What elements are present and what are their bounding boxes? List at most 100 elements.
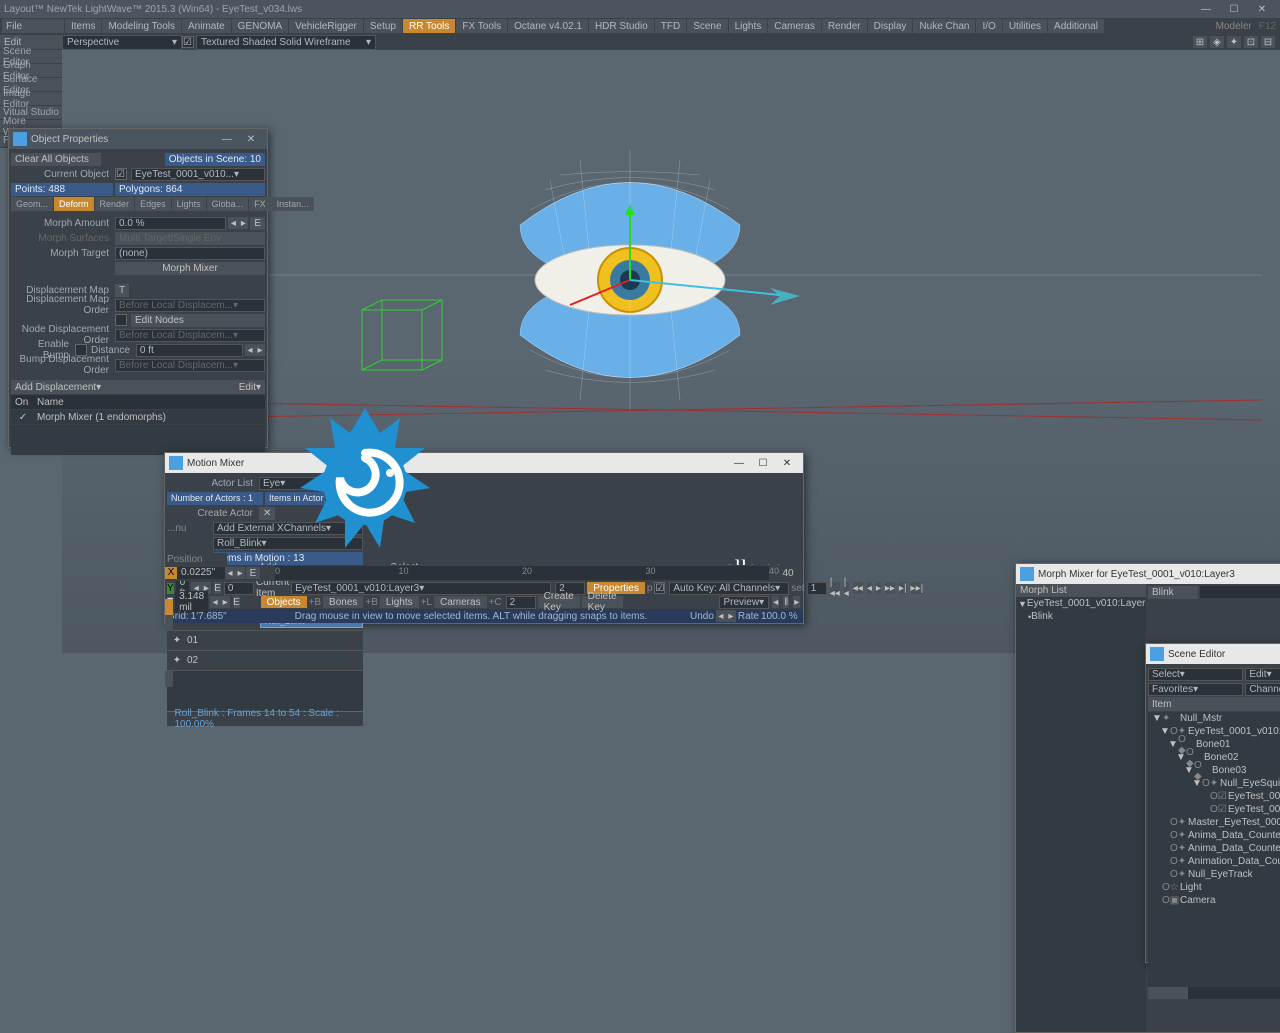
tree-item[interactable]: O✦Animation_Data_Counter☑ <box>1148 855 1280 868</box>
disp-item-name[interactable]: Morph Mixer (1 endomorphs) <box>37 412 166 423</box>
morph-dec[interactable]: ◂ <box>228 217 238 229</box>
tree-item[interactable]: O✦Master_EyeTest_0001_v010:Layer1☑ <box>1148 816 1280 829</box>
viewport-icon-1[interactable]: ⊞ <box>1193 36 1207 48</box>
tab-cameras[interactable]: Cameras <box>768 19 821 33</box>
tab-additional[interactable]: Additional <box>1048 19 1104 33</box>
current-object-select[interactable]: EyeTest_0001_v010... ▾ <box>131 168 265 181</box>
side-image-editor[interactable]: Image Editor <box>0 92 62 106</box>
tab-nukechan[interactable]: Nuke Chan <box>913 19 975 33</box>
tree-item[interactable]: O▣Camera☑ <box>1148 894 1280 907</box>
tree-item[interactable]: O✦Null_EyeTrack☑ <box>1148 868 1280 881</box>
edit-nodes-check[interactable] <box>115 314 127 326</box>
morph-amount-input[interactable]: 0.0 % <box>115 217 226 230</box>
viewport-icon-3[interactable]: ✦ <box>1227 36 1241 48</box>
tab-hdrstudio[interactable]: HDR Studio <box>589 19 654 33</box>
mm-minimize[interactable]: — <box>727 454 751 472</box>
sidetab-3[interactable] <box>165 671 173 687</box>
clear-all-objects[interactable]: Clear All Objects <box>11 153 101 166</box>
morph-tree-root[interactable]: ▼ EyeTest_0001_v010:Layer3 <box>1016 597 1146 610</box>
objtab-lights[interactable]: Lights <box>172 197 206 211</box>
sidetab-2[interactable] <box>165 615 173 631</box>
play-next-frame[interactable]: ▸| <box>899 582 907 594</box>
tab-lights[interactable]: Lights <box>729 19 768 33</box>
se-select[interactable]: Select ▾ <box>1148 668 1243 681</box>
morph-mixer-btn[interactable]: Morph Mixer <box>115 262 265 275</box>
frame-end[interactable]: 2 <box>506 596 536 609</box>
cameras-btn[interactable]: Cameras <box>434 596 487 608</box>
morphmix-titlebar[interactable]: Morph Mixer for EyeTest_0001_v010:Layer3… <box>1016 564 1280 584</box>
objprop-close[interactable]: ✕ <box>239 130 263 148</box>
step-input[interactable]: 1 <box>807 582 827 595</box>
current-object-checkbox[interactable]: ☑ <box>115 168 127 180</box>
tab-vehiclerigger[interactable]: VehicleRigger <box>289 19 363 33</box>
tab-modeling[interactable]: Modeling Tools <box>102 19 181 33</box>
mm-track-2[interactable]: ✦ 02 <box>167 651 363 671</box>
objtab-instan[interactable]: Instan... <box>272 197 314 211</box>
play-next-key[interactable]: ▸▸ <box>885 582 895 594</box>
z-envelope[interactable]: E <box>233 596 240 608</box>
tab-animate[interactable]: Animate <box>182 19 231 33</box>
tab-items[interactable]: Items <box>65 19 101 33</box>
autokey-check[interactable]: ☑ <box>654 582 665 594</box>
tab-io[interactable]: I/O <box>976 19 1001 33</box>
dist-dec[interactable]: ◂ <box>245 344 255 356</box>
timeline[interactable]: X 0.0225" ◂▸ E 010203040 40 <box>165 565 803 581</box>
objtab-deform[interactable]: Deform <box>54 197 94 211</box>
mm-close[interactable]: ✕ <box>775 454 799 472</box>
se-hscroll-thumb[interactable] <box>1148 987 1188 999</box>
tree-item[interactable]: ▼✦Null_Mstr☑ <box>1148 712 1280 725</box>
tree-item[interactable]: O☆Light☑ <box>1148 881 1280 894</box>
window-minimize[interactable]: — <box>1192 1 1220 17</box>
viewport-icon-4[interactable]: ⊡ <box>1244 36 1258 48</box>
disp-map-order-select[interactable]: Before Local Displacem... ▾ <box>115 299 265 312</box>
x-value[interactable]: 0.0225" <box>177 567 225 579</box>
morph-inc[interactable]: ▸ <box>238 217 248 229</box>
window-maximize[interactable]: ☐ <box>1220 1 1248 17</box>
objtab-global[interactable]: Globa... <box>207 197 249 211</box>
autokey-select[interactable]: Auto Key: All Channels ▾ <box>669 582 789 595</box>
play-prev-key[interactable]: ◂◂ <box>853 582 863 594</box>
disp-map-texture[interactable]: T <box>115 284 129 297</box>
tree-item[interactable]: O✦Anima_Data_Counter_SailControl@0☑ <box>1148 842 1280 855</box>
window-close[interactable]: ✕ <box>1248 1 1276 17</box>
tree-item[interactable]: ▼O✦EyeTest_0001_v010:Layer1☑ <box>1148 725 1280 738</box>
mm-track-1[interactable]: ✦ 01 <box>167 631 363 651</box>
tree-item[interactable]: O☑EyeTest_0001_v010:Layer3☑ <box>1148 803 1280 816</box>
add-displacement-dropdown[interactable]: Add Displacement ▾ <box>11 381 233 394</box>
objtab-edges[interactable]: Edges <box>135 197 171 211</box>
play-next-end[interactable]: ▸▸| <box>911 582 924 594</box>
objtab-render[interactable]: Render <box>95 197 135 211</box>
lights-btn[interactable]: Lights <box>380 596 419 608</box>
disp-edit-dropdown[interactable]: Edit ▾ <box>235 381 265 394</box>
blink-slider[interactable] <box>1200 586 1280 598</box>
play-fwd[interactable]: ▸ <box>876 582 881 594</box>
preview-select[interactable]: Preview ▾ <box>719 596 769 609</box>
tab-tfd[interactable]: TFD <box>655 19 686 33</box>
se-favorites[interactable]: Favorites ▾ <box>1148 683 1243 696</box>
viewport-icon-2[interactable]: ◈ <box>1210 36 1224 48</box>
tab-scene[interactable]: Scene <box>687 19 727 33</box>
tree-item[interactable]: ▼O✦Null_EyeSquish☑ <box>1148 777 1280 790</box>
sidetab-move[interactable] <box>165 599 173 615</box>
disp-item-check[interactable]: ✓ <box>11 412 35 423</box>
tab-setup[interactable]: Setup <box>364 19 402 33</box>
tab-fxtools[interactable]: FX Tools <box>456 19 507 33</box>
tab-octane[interactable]: Octane v4.02.1 <box>508 19 588 33</box>
tab-genoma[interactable]: GENOMA <box>232 19 288 33</box>
bones-btn[interactable]: Bones <box>323 596 363 608</box>
delete-key-btn[interactable]: Delete Key <box>582 596 623 608</box>
shading-checkbox[interactable]: ☑ <box>182 36 194 48</box>
objtab-fx[interactable]: FX <box>249 197 271 211</box>
create-key-btn[interactable]: Create Key <box>538 596 580 608</box>
tree-item[interactable]: O☑EyeTest_0001_v010:Layer2☑ <box>1148 790 1280 803</box>
preview-fwd[interactable]: ▸ <box>793 596 800 608</box>
create-actor-btn[interactable]: ✕ <box>259 507 275 520</box>
tree-item[interactable]: ▼O ◆Bone01☑ <box>1148 738 1280 751</box>
se-channels[interactable]: Channels ▾ <box>1245 683 1280 696</box>
tree-item[interactable]: ▼O ◆Bone03☑ <box>1148 764 1280 777</box>
play-prev-frame[interactable]: |◂ <box>844 582 849 594</box>
menu-file[interactable]: File <box>2 19 64 33</box>
play-prev-end[interactable]: |◂◂ <box>830 582 840 594</box>
current-item-select[interactable]: EyeTest_0001_v010:Layer3 ▾ <box>291 582 551 595</box>
y-envelope[interactable]: E <box>214 582 221 594</box>
